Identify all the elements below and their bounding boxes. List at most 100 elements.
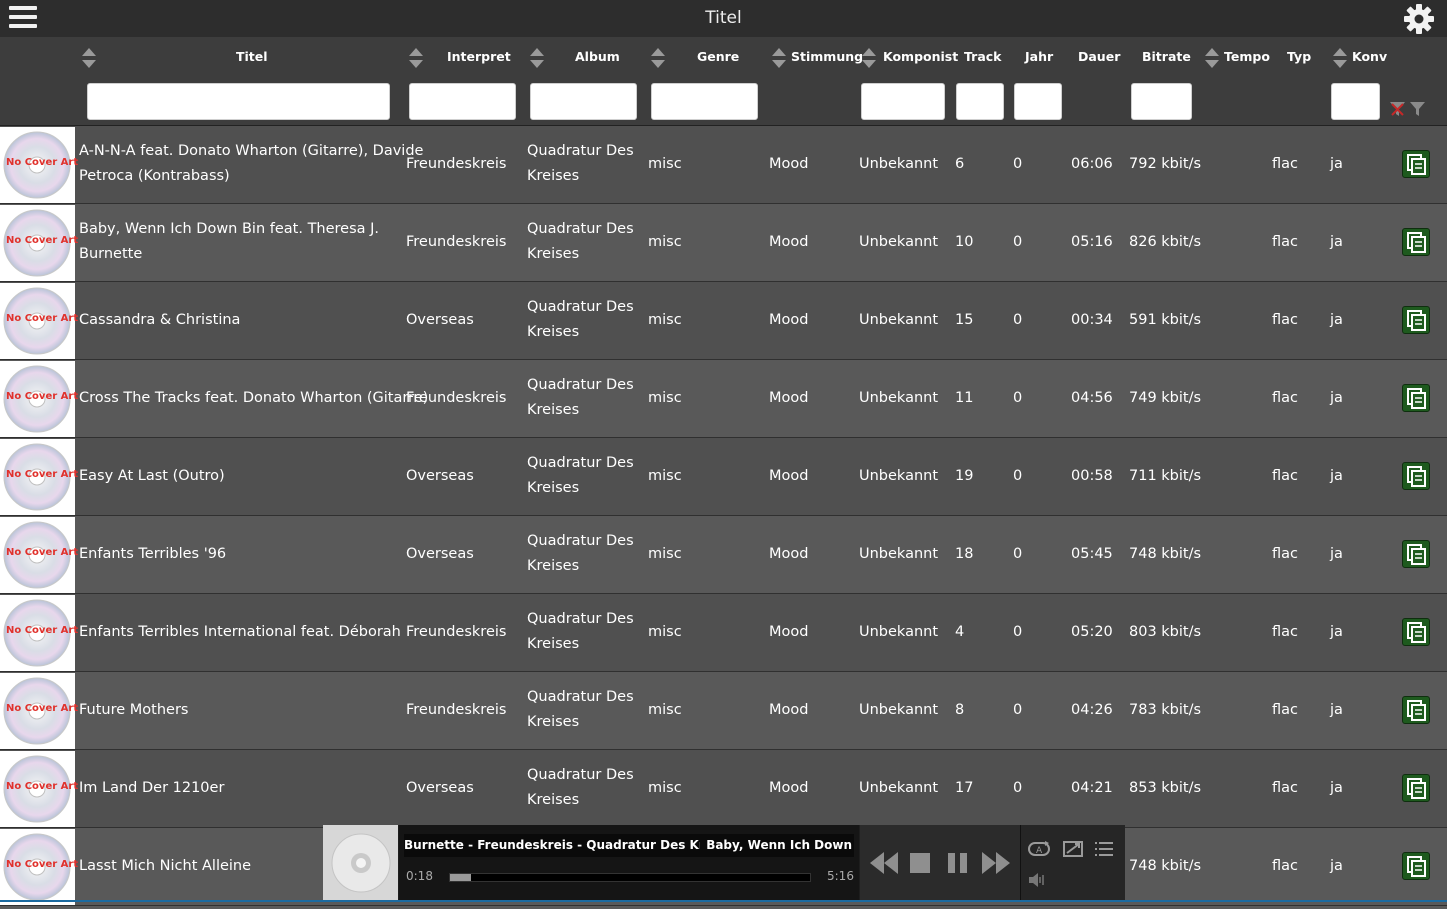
rewind-icon[interactable] [870,852,898,874]
table-row[interactable]: No Cover Art Enfants Terribles '96 Oversea… [0,516,1447,594]
table-row[interactable]: No Cover Art Cassandra & Christina Oversea… [0,282,1447,360]
add-to-playlist-button[interactable] [1402,774,1430,802]
filter-funnel-icon[interactable] [1410,101,1425,117]
sort-tempo-icon[interactable] [1205,48,1219,70]
player-progress-bar[interactable] [449,873,811,882]
column-header-komponist[interactable]: Komponist [883,49,958,64]
genre-cell: misc [648,468,682,484]
sort-konv-icon[interactable] [1333,48,1347,70]
album-line-1: Quadratur Des [527,767,634,783]
filter-interpret-input[interactable] [409,83,516,120]
table-row[interactable]: No Cover Art Cross The Tracks feat. Donat… [0,360,1447,438]
typ-cell: flac [1272,546,1298,562]
sort-titel-icon[interactable] [82,48,96,70]
add-to-playlist-button[interactable] [1402,306,1430,334]
typ-cell: flac [1272,702,1298,718]
fast-forward-icon[interactable] [982,852,1010,874]
clear-filter-icon[interactable] [1390,101,1405,117]
album-cell: Quadratur Des Kreises [527,529,634,579]
bitrate-cell: 591 kbit/s [1129,312,1202,328]
filter-track-input[interactable] [956,83,1004,120]
add-to-playlist-button[interactable] [1402,852,1430,880]
add-to-playlist-button[interactable] [1402,384,1430,412]
copy-list-icon [1407,856,1426,877]
column-header-album[interactable]: Album [575,49,620,64]
sort-album-icon[interactable] [530,48,544,70]
cover-art: No Cover Art [0,283,78,359]
filter-konv-input[interactable] [1331,83,1380,120]
column-header-track[interactable]: Track [964,49,1001,64]
sort-interpret-icon[interactable] [409,48,423,70]
genre-cell: misc [648,156,682,172]
table-row[interactable]: No Cover Art A-N-N-A feat. Donato Wharton… [0,126,1447,204]
gear-icon[interactable] [1402,2,1436,36]
typ-cell: flac [1272,390,1298,406]
genre-cell: misc [648,702,682,718]
jahr-cell: 0 [1013,624,1023,640]
album-cell: Quadratur Des Kreises [527,139,634,189]
column-header-titel[interactable]: Titel [236,49,268,64]
column-header-jahr[interactable]: Jahr [1025,49,1053,64]
copy-list-icon [1407,232,1426,253]
add-to-playlist-button[interactable] [1402,462,1430,490]
album-cell: Quadratur Des Kreises [527,607,634,657]
stop-icon[interactable] [910,853,930,873]
column-header-interpret[interactable]: Interpret [447,49,511,64]
table-row[interactable]: No Cover Art Future Mothers Freundeskreis Q… [0,672,1447,750]
table-header: Titel Interpret Album Genre Stimmung Kom… [0,37,1447,126]
sort-stimmung-icon[interactable] [772,48,786,70]
interpret-cell: Overseas [406,780,474,796]
add-to-playlist-button[interactable] [1402,540,1430,568]
cover-art: No Cover Art [0,127,78,203]
table-row[interactable]: No Cover Art Easy At Last (Outro) Overseas… [0,438,1447,516]
filter-genre-input[interactable] [651,83,758,120]
dauer-cell: 05:45 [1071,546,1113,562]
stimmung-cell: Mood [769,234,809,250]
volume-icon[interactable] [1029,873,1045,887]
album-cell: Quadratur Des Kreises [527,295,634,345]
add-to-playlist-button[interactable] [1402,228,1430,256]
add-to-playlist-button[interactable] [1402,696,1430,724]
sort-genre-icon[interactable] [651,48,665,70]
genre-cell: misc [648,624,682,640]
stimmung-cell: Mood [769,702,809,718]
column-header-konv[interactable]: Konv [1352,49,1387,64]
cover-art-label: No Cover Art [6,235,79,246]
column-header-typ[interactable]: Typ [1287,49,1311,64]
filter-komponist-input[interactable] [861,83,945,120]
table-row[interactable]: No Cover Art Baby, Wenn Ich Down Bin feat… [0,204,1447,282]
column-header-bitrate[interactable]: Bitrate [1142,49,1191,64]
add-to-playlist-button[interactable] [1402,150,1430,178]
genre-cell: misc [648,390,682,406]
album-line-2: Kreises [527,558,580,574]
filter-titel-input[interactable] [87,83,390,120]
column-header-genre[interactable]: Genre [697,49,739,64]
column-header-tempo[interactable]: Tempo [1224,49,1270,64]
add-to-playlist-button[interactable] [1402,618,1430,646]
album-cell: Quadratur Des Kreises [527,763,634,813]
sort-komponist-icon[interactable] [862,48,876,70]
filter-bitrate-input[interactable] [1131,83,1192,120]
column-header-stimmung[interactable]: Stimmung [791,49,863,64]
column-header-dauer[interactable]: Dauer [1078,49,1120,64]
shuffle-icon[interactable] [1063,841,1083,857]
dauer-cell: 06:06 [1071,156,1113,172]
filter-jahr-input[interactable] [1014,83,1062,120]
stimmung-cell: Mood [769,312,809,328]
playlist-icon[interactable] [1095,841,1113,857]
album-line-1: Quadratur Des [527,689,634,705]
genre-cell: misc [648,780,682,796]
player-track-info: Burnette - Freundeskreis - Quadratur Des… [399,825,859,902]
copy-list-icon [1407,544,1426,565]
table-row[interactable]: No Cover Art Enfants Terribles Internatio… [0,594,1447,672]
table-row[interactable]: No Cover Art Im Land Der 1210er Overseas Qu… [0,750,1447,828]
pause-icon[interactable] [948,853,968,873]
jahr-cell: 0 [1013,156,1023,172]
komponist-cell: Unbekannt [859,780,939,796]
page-title: Titel [705,8,742,28]
repeat-icon[interactable]: A [1027,841,1051,857]
filter-album-input[interactable] [530,83,637,120]
bitrate-cell: 783 kbit/s [1129,702,1202,718]
title-line-1: Enfants Terribles International feat. Dé… [79,624,401,640]
track-cell: 15 [955,312,974,328]
